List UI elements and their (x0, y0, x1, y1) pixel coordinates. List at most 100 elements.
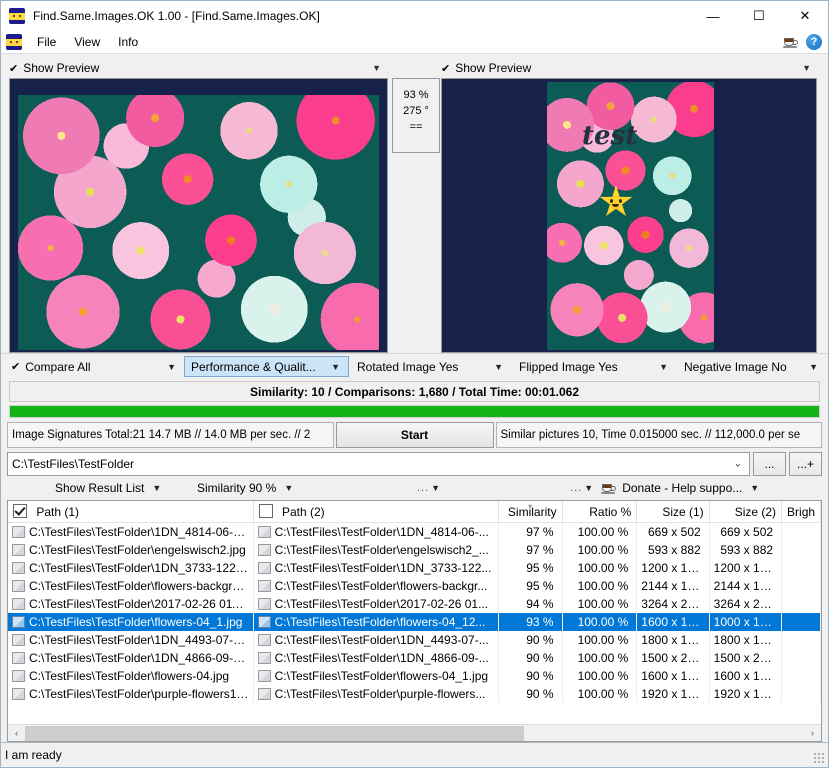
close-button[interactable]: ✕ (782, 1, 828, 31)
column-header-ratio[interactable]: Ratio % (562, 501, 638, 523)
table-row[interactable]: C:\TestFiles\TestFolder\purple-flowers1.… (8, 685, 821, 703)
chevron-down-icon[interactable]: ▼ (372, 63, 391, 73)
browse-folder-button[interactable]: ... (753, 452, 786, 476)
column-header-bright[interactable]: Brigh (781, 501, 821, 523)
file-image-icon (257, 544, 271, 556)
show-result-list-option[interactable]: Show Result List ▼ (7, 481, 172, 495)
signature-stats-left: Image Signatures Total:21 14.7 MB // 14.… (7, 422, 334, 448)
option-performance-quality[interactable]: Performance & Qualit... ▼ (184, 356, 349, 377)
extra-option-1[interactable]: ... ▼ (417, 482, 440, 494)
show-preview-left-toggle[interactable]: ✔ Show Preview ▼ (9, 58, 391, 78)
menu-item-file[interactable]: File (28, 33, 65, 51)
chevron-down-icon[interactable]: ⌄ (734, 459, 742, 470)
show-preview-right-toggle[interactable]: ✔ Show Preview ▼ (441, 58, 821, 78)
cell-size2: 593 x 882 (709, 541, 783, 559)
table-row[interactable]: C:\TestFiles\TestFolder\flowers-backgrou… (8, 577, 821, 595)
cell-bright (781, 613, 821, 631)
cell-path1: C:\TestFiles\TestFolder\flowers-backgrou… (8, 577, 254, 595)
file-image-icon (12, 544, 25, 556)
check-icon: ✔ (9, 62, 19, 75)
table-row[interactable]: C:\TestFiles\TestFolder\engelswisch2.jpg… (8, 541, 821, 559)
table-row[interactable]: C:\TestFiles\TestFolder\2017-02-26 011.J… (8, 595, 821, 613)
column-header-path2[interactable]: Path (2) (253, 501, 499, 523)
table-row[interactable]: C:\TestFiles\TestFolder\1DN_4493-07-0812… (8, 631, 821, 649)
cell-bright (781, 595, 821, 613)
cell-path1: C:\TestFiles\TestFolder\1DN_3733-122615.… (8, 559, 254, 577)
table-row[interactable]: C:\TestFiles\TestFolder\flowers-04_1.jpg… (8, 613, 821, 631)
show-result-list-label: Show Result List (55, 481, 145, 495)
table-row[interactable]: C:\TestFiles\TestFolder\1DN_4814-06-0711… (8, 522, 821, 541)
option-negative-image-label: Negative Image No (684, 359, 787, 374)
resize-grip-icon[interactable] (813, 752, 825, 764)
option-rotated-image[interactable]: Rotated Image Yes ▼ (349, 356, 511, 377)
table-row[interactable]: C:\TestFiles\TestFolder\1DN_4866-09-1206… (8, 649, 821, 667)
chevron-down-icon[interactable]: ▼ (284, 483, 293, 493)
chevron-down-icon[interactable]: ▼ (584, 483, 593, 493)
scrollbar-track[interactable] (25, 725, 804, 742)
column-header-similarity[interactable]: ▾ Similarity (498, 501, 563, 523)
file-image-icon (12, 562, 25, 574)
cell-path1: C:\TestFiles\TestFolder\purple-flowers1.… (8, 685, 254, 703)
chevron-down-icon[interactable]: ▼ (161, 362, 182, 372)
option-negative-image[interactable]: Negative Image No ▼ (676, 356, 826, 377)
option-compare-all[interactable]: ✔ Compare All ▼ (9, 356, 184, 377)
help-icon[interactable]: ? (806, 34, 822, 50)
status-bar-text: I am ready (5, 748, 62, 762)
cell-size2: 1800 x 1200 (709, 631, 783, 649)
column-header-size2[interactable]: Size (2) (709, 501, 783, 523)
file-image-icon (12, 526, 25, 538)
horizontal-scrollbar[interactable]: ‹ › (8, 724, 821, 741)
application-window: Find.Same.Images.OK 1.00 - [Find.Same.Im… (0, 0, 829, 768)
preview-image-right[interactable]: test (441, 78, 817, 353)
cell-bright (781, 559, 821, 577)
compare-options-toolbar: ✔ Compare All ▼ Performance & Qualit... … (1, 353, 828, 379)
folder-path-combobox[interactable]: C:\TestFiles\TestFolder ⌄ (7, 452, 750, 476)
column-header-path2-label: Path (2) (281, 505, 325, 519)
menu-item-view[interactable]: View (65, 33, 109, 51)
chevron-down-icon[interactable]: ▼ (803, 362, 824, 372)
scrollbar-thumb[interactable] (25, 725, 524, 741)
chevron-down-icon[interactable]: ▼ (653, 362, 674, 372)
cell-bright (781, 541, 821, 559)
menu-item-info[interactable]: Info (109, 33, 147, 51)
chevron-down-icon[interactable]: ▼ (488, 362, 509, 372)
cell-ratio: 100.00 % (562, 559, 638, 577)
cell-size2: 1000 x 1600 (709, 613, 783, 631)
coffee-cup-icon[interactable] (783, 35, 799, 49)
select-all-path1-checkbox[interactable] (13, 504, 27, 518)
cell-size1: 669 x 502 (636, 522, 710, 541)
app-face-icon (6, 34, 22, 50)
similarity-filter-option[interactable]: Similarity 90 % ▼ (172, 481, 322, 495)
chevron-down-icon[interactable]: ▼ (325, 362, 346, 372)
scroll-right-arrow-icon[interactable]: › (804, 725, 821, 742)
file-image-icon (257, 652, 271, 664)
extra-option-2[interactable]: ... ▼ (570, 482, 593, 494)
title-bar: Find.Same.Images.OK 1.00 - [Find.Same.Im… (1, 1, 828, 31)
maximize-button[interactable]: ☐ (736, 1, 782, 31)
column-header-path1[interactable]: Path (1) (8, 501, 254, 523)
window-controls: — ☐ ✕ (690, 1, 828, 31)
minimize-button[interactable]: — (690, 1, 736, 31)
preview-image-left[interactable] (9, 78, 388, 353)
start-button[interactable]: Start (335, 422, 494, 448)
chevron-down-icon[interactable]: ▼ (802, 63, 821, 73)
table-scroll-container: ‹ › (7, 724, 822, 742)
cell-similarity: 97 % (498, 522, 563, 541)
chevron-down-icon[interactable]: ▼ (750, 483, 759, 493)
cell-ratio: 100.00 % (562, 631, 638, 649)
donate-option[interactable]: Donate - Help suppo... ▼ (601, 481, 759, 495)
scroll-left-arrow-icon[interactable]: ‹ (8, 725, 25, 742)
option-flipped-image[interactable]: Flipped Image Yes ▼ (511, 356, 676, 377)
table-row[interactable]: C:\TestFiles\TestFolder\1DN_3733-122615.… (8, 559, 821, 577)
browse-add-folder-button[interactable]: ...+ (789, 452, 822, 476)
cell-ratio: 100.00 % (562, 667, 638, 685)
folder-path-row: C:\TestFiles\TestFolder ⌄ ... ...+ (7, 452, 822, 476)
table-row[interactable]: C:\TestFiles\TestFolder\flowers-04.jpg C:… (8, 667, 821, 685)
cell-size2: 669 x 502 (709, 522, 783, 541)
chevron-down-icon[interactable]: ▼ (152, 483, 161, 493)
file-image-icon (257, 598, 271, 610)
chevron-down-icon[interactable]: ▼ (431, 483, 440, 493)
cell-similarity: 90 % (498, 649, 563, 667)
column-header-size1[interactable]: Size (1) (636, 501, 710, 523)
select-all-path2-checkbox[interactable] (258, 504, 273, 518)
